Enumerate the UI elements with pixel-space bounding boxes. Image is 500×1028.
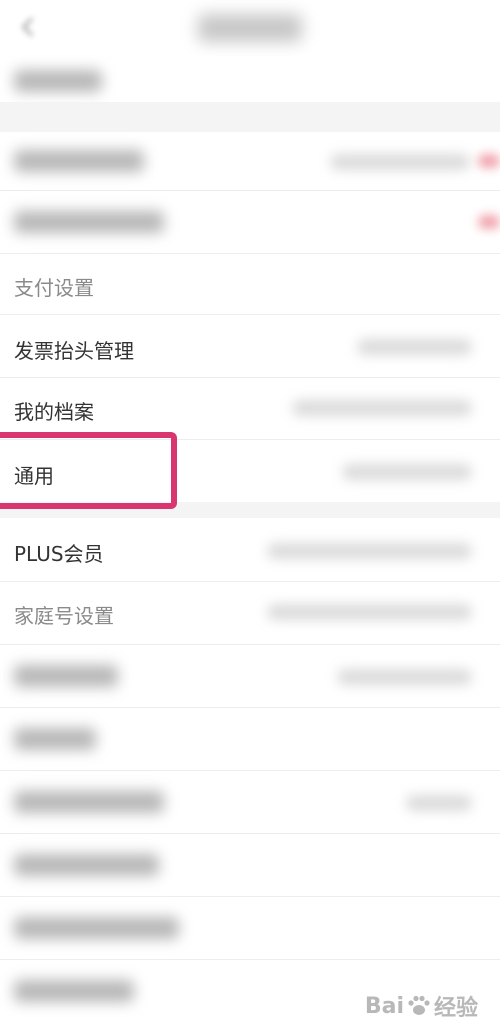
watermark-brand-right: 经验 (433, 996, 478, 1021)
settings-row-blurred-7[interactable] (0, 834, 500, 896)
watermark-brand-left: Bai (364, 993, 404, 1019)
row-label: 我的档案 (14, 400, 94, 424)
blurred-value (337, 669, 472, 685)
blurred-label (14, 728, 96, 750)
settings-row-blurred-8[interactable] (0, 897, 500, 959)
settings-row-plus[interactable]: PLUS会员 (0, 518, 500, 581)
paw-icon (408, 995, 430, 1015)
settings-row-blurred-2[interactable] (0, 132, 500, 190)
blurred-value (292, 400, 472, 416)
blurred-value (267, 604, 472, 620)
blurred-label (14, 980, 134, 1002)
section-gap (0, 102, 500, 132)
blurred-label (14, 211, 164, 233)
row-label: PLUS会员 (14, 542, 104, 566)
settings-row-blurred-5[interactable] (0, 708, 500, 770)
blurred-label (14, 150, 144, 172)
settings-row-invoice[interactable]: 发票抬头管理 (0, 315, 500, 377)
top-bar (0, 0, 500, 56)
blurred-label (14, 70, 102, 92)
settings-row-payment[interactable]: 支付设置 (0, 254, 500, 314)
row-label: 家庭号设置 (14, 604, 114, 628)
red-badge (478, 154, 500, 168)
blurred-label (14, 791, 164, 813)
blurred-value (267, 543, 472, 559)
baidu-jingyan-watermark: Bai 经验 (365, 990, 478, 1022)
blurred-label (14, 854, 159, 876)
settings-row-blurred-4[interactable] (0, 645, 500, 707)
page-title (198, 14, 302, 42)
row-label: 支付设置 (14, 276, 94, 300)
red-badge (478, 215, 500, 229)
blurred-value (357, 339, 472, 355)
row-label: 发票抬头管理 (14, 339, 134, 363)
blurred-label (14, 665, 118, 687)
blurred-value (342, 464, 472, 480)
blurred-value (406, 795, 472, 811)
settings-row-family[interactable]: 家庭号设置 (0, 582, 500, 644)
settings-row-blurred-6[interactable] (0, 771, 500, 833)
blurred-value (330, 154, 470, 170)
blurred-label (14, 917, 179, 939)
settings-row-profile[interactable]: 我的档案 (0, 378, 500, 439)
settings-row-blurred-3[interactable] (0, 191, 500, 253)
highlight-box (0, 432, 177, 509)
back-arrow-icon[interactable] (16, 14, 42, 40)
settings-row-blurred-1[interactable] (0, 56, 500, 102)
